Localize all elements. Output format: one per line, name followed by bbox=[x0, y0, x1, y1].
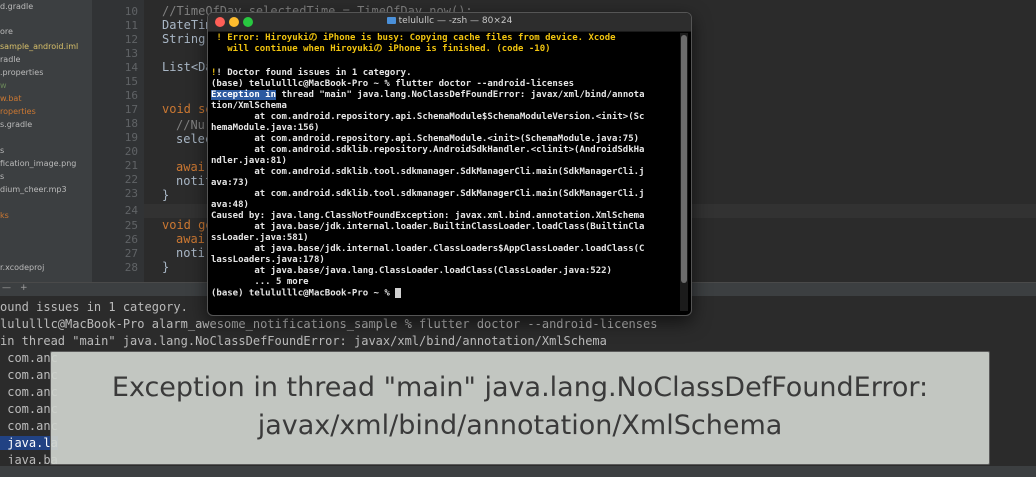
line-number: 14 bbox=[124, 61, 138, 74]
line-number: 12 bbox=[124, 33, 138, 46]
terminal-line: hemaModule.java:156) bbox=[211, 123, 320, 133]
sidebar-item[interactable]: s bbox=[0, 146, 4, 155]
console-line: in thread "main" java.lang.NoClassDefFou… bbox=[0, 334, 607, 348]
terminal-window[interactable]: telulullc — -zsh — 80×24 ! Error: Hiroyu… bbox=[207, 12, 692, 316]
line-number: 18 bbox=[124, 117, 138, 130]
line-number: 11 bbox=[124, 19, 138, 32]
line-number: 27 bbox=[124, 247, 138, 260]
line-number: 19 bbox=[124, 131, 138, 144]
terminal-line: ava:73) bbox=[211, 178, 249, 188]
terminal-line: at com.android.sdklib.tool.sdkmanager.Sd… bbox=[211, 189, 645, 199]
sidebar-item[interactable]: d.gradle bbox=[0, 2, 33, 11]
sidebar-item[interactable]: s bbox=[0, 172, 4, 181]
add-tab-icon[interactable]: + bbox=[20, 283, 28, 293]
terminal-line: at com.android.repository.api.SchemaModu… bbox=[211, 112, 645, 122]
sidebar-item[interactable]: ore bbox=[0, 27, 13, 36]
line-number: 25 bbox=[124, 219, 138, 232]
folder-icon bbox=[386, 17, 396, 24]
video-caption: Exception in thread "main" java.lang.NoC… bbox=[50, 351, 990, 465]
scrollbar-thumb[interactable] bbox=[681, 35, 687, 283]
status-bar bbox=[0, 466, 1036, 477]
terminal-prompt: (base) telululllc@MacBook-Pro ~ % bbox=[211, 288, 396, 299]
caption-line-2: javax/xml/bind/annotation/XmlSchema bbox=[257, 410, 783, 441]
line-number: 15 bbox=[124, 75, 138, 88]
minus-icon[interactable]: — bbox=[2, 283, 11, 293]
sidebar-splitter[interactable] bbox=[92, 0, 100, 282]
terminal-line: at com.android.sdklib.tool.sdkmanager.Sd… bbox=[211, 167, 645, 177]
sidebar-item[interactable]: fication_image.png bbox=[0, 159, 76, 168]
code-line: DateTim bbox=[162, 18, 213, 32]
terminal-line: lassLoaders.java:178) bbox=[211, 255, 325, 265]
code-line: void ge bbox=[162, 218, 213, 232]
code-line: noti bbox=[176, 246, 205, 260]
code-line: awai bbox=[176, 160, 205, 174]
line-number: 21 bbox=[124, 159, 138, 172]
code-line: String bbox=[162, 32, 206, 46]
code-line: awai bbox=[176, 232, 205, 246]
line-number: 16 bbox=[124, 89, 138, 102]
terminal-title-bar[interactable]: telulullc — -zsh — 80×24 bbox=[208, 13, 691, 32]
line-number: 22 bbox=[124, 173, 138, 186]
terminal-line: (base) telululllc@MacBook-Pro ~ % flutte… bbox=[211, 79, 575, 89]
code-line: //Nu bbox=[176, 118, 205, 132]
line-number: 23 bbox=[124, 187, 138, 200]
terminal-title: telulullc — -zsh — 80×24 bbox=[208, 16, 691, 26]
terminal-line: at com.android.sdklib.repository.Android… bbox=[211, 145, 645, 155]
console-line: ound issues in 1 category. bbox=[0, 300, 188, 314]
sidebar-item[interactable]: s.gradle bbox=[0, 120, 32, 129]
sidebar-item[interactable]: .properties bbox=[0, 68, 43, 77]
sidebar-item[interactable]: roperties bbox=[0, 107, 36, 116]
line-number: 13 bbox=[124, 47, 138, 60]
terminal-line: at java.base/jdk.internal.loader.Builtin… bbox=[211, 222, 645, 232]
terminal-line: ! Error: Hiroyukiの iPhone is busy: Copyi… bbox=[211, 33, 616, 43]
caption-line-1: Exception in thread "main" java.lang.NoC… bbox=[111, 372, 929, 403]
line-number: 17 bbox=[124, 103, 138, 116]
sidebar-item[interactable]: w.bat bbox=[0, 94, 21, 103]
terminal-line: at com.android.repository.api.SchemaModu… bbox=[211, 134, 640, 144]
code-line: } bbox=[162, 188, 170, 202]
sidebar-item[interactable]: w bbox=[0, 81, 7, 90]
terminal-line: ssLoader.java:581) bbox=[211, 233, 309, 243]
terminal-line: at java.base/jdk.internal.loader.ClassLo… bbox=[211, 244, 645, 254]
text-cursor bbox=[395, 288, 402, 298]
line-number: 26 bbox=[124, 233, 138, 246]
terminal-scrollbar[interactable] bbox=[680, 33, 688, 311]
terminal-line: Caused by: java.lang.ClassNotFoundExcept… bbox=[211, 211, 645, 221]
sidebar-item[interactable]: sample_android.iml bbox=[0, 42, 78, 51]
sidebar-item[interactable]: r.xcodeproj bbox=[0, 263, 44, 272]
terminal-line: at java.base/java.lang.ClassLoader.loadC… bbox=[211, 266, 612, 276]
line-number: 20 bbox=[124, 145, 138, 158]
terminal-line: tion/XmlSchema bbox=[211, 101, 287, 111]
terminal-title-label: telulullc — -zsh — 80×24 bbox=[398, 16, 513, 26]
code-line: void se bbox=[162, 102, 213, 116]
terminal-line: Exception in thread "main" java.lang.NoC… bbox=[211, 90, 645, 101]
sidebar-item[interactable]: radle bbox=[0, 55, 20, 64]
selected-text[interactable]: Exception in bbox=[211, 90, 277, 100]
terminal-line: will continue when Hiroyukiの iPhone is f… bbox=[211, 44, 551, 54]
sidebar-item[interactable]: dium_cheer.mp3 bbox=[0, 185, 67, 194]
project-sidebar: d.gradle ore sample_android.iml radle .p… bbox=[0, 0, 93, 282]
terminal-prompt-line[interactable]: (base) telululllc@MacBook-Pro ~ % bbox=[211, 288, 402, 300]
terminal-line: ... 5 more bbox=[211, 277, 309, 287]
console-line: lululllc@MacBook-Pro alarm_awesome_notif… bbox=[0, 317, 658, 331]
terminal-line-rest: thread "main" java.lang.NoClassDefFoundE… bbox=[276, 90, 645, 100]
line-number: 10 bbox=[124, 5, 138, 18]
line-number: 28 bbox=[124, 261, 138, 274]
terminal-line-text: ! Doctor found issues in 1 category. bbox=[216, 68, 412, 78]
line-number: 24 bbox=[124, 204, 138, 217]
sidebar-item[interactable]: ks bbox=[0, 211, 9, 220]
terminal-line: !! Doctor found issues in 1 category. bbox=[211, 68, 412, 78]
code-line: } bbox=[162, 260, 170, 274]
code-line: List<Da bbox=[162, 60, 213, 74]
terminal-line: ndler.java:81) bbox=[211, 156, 287, 166]
terminal-line: ava:48) bbox=[211, 200, 249, 210]
terminal-output[interactable]: ! Error: Hiroyukiの iPhone is busy: Copyi… bbox=[211, 31, 677, 313]
